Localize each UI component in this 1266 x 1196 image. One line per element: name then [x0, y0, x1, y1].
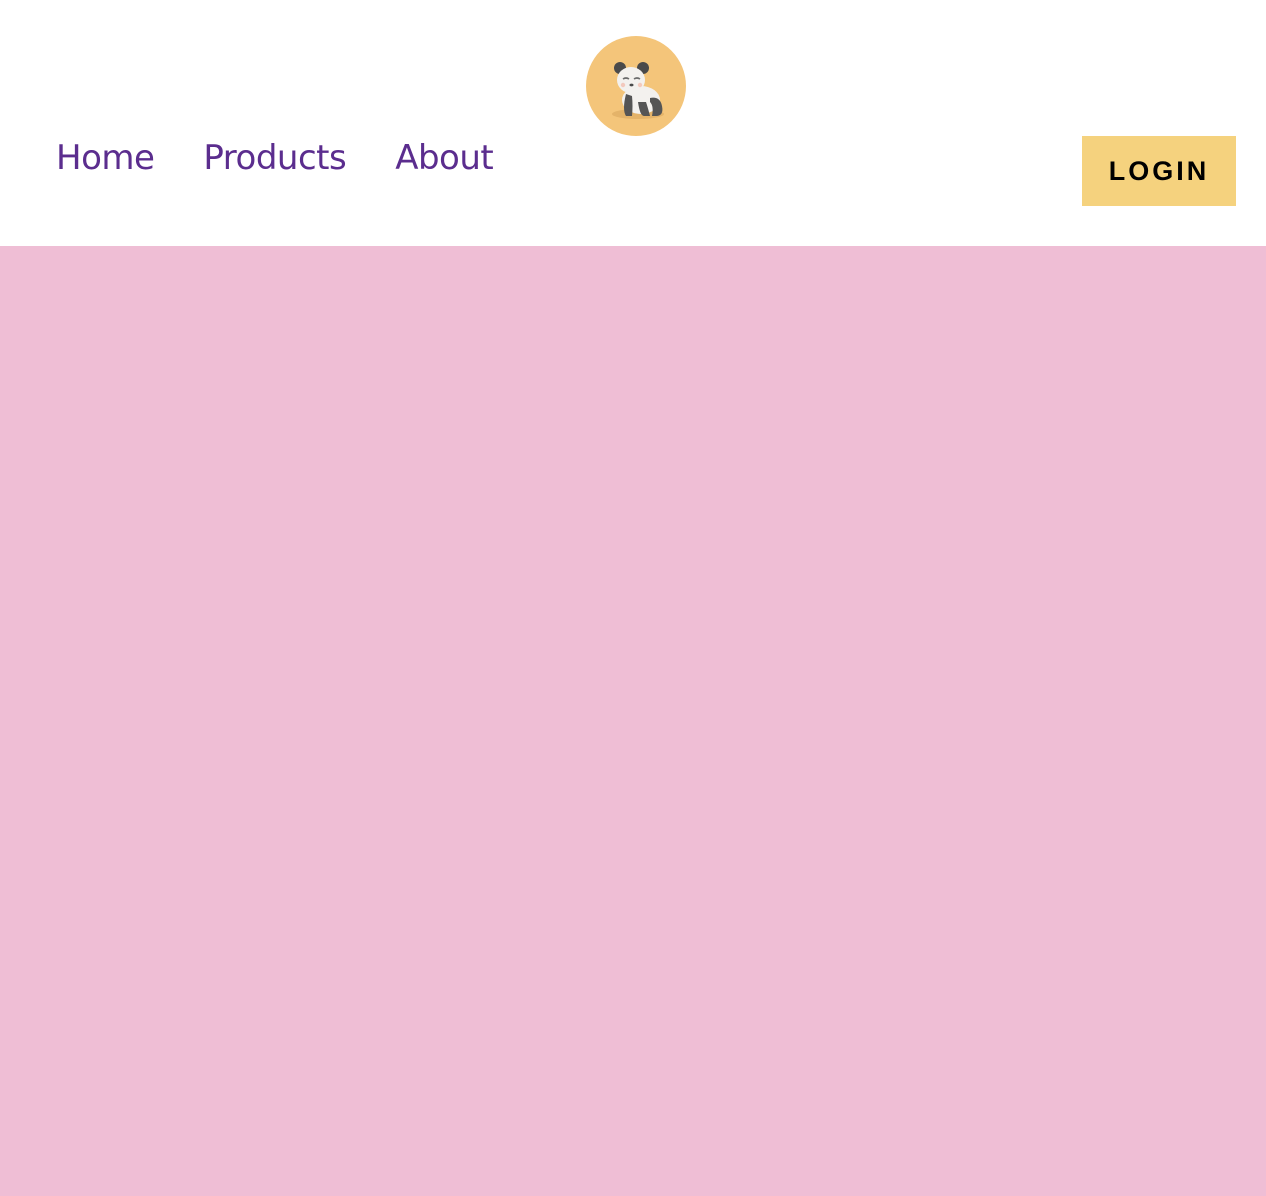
login-button[interactable]: LOGIN [1082, 136, 1236, 206]
site-header: Home Products About LOGIN [0, 0, 1266, 246]
nav-link-home[interactable]: Home [56, 136, 155, 180]
nav-link-products[interactable]: Products [203, 136, 346, 180]
hero-section [0, 246, 1266, 1196]
nav-link-about[interactable]: About [395, 136, 494, 180]
main-nav: Home Products About [56, 136, 542, 180]
panda-logo-icon[interactable] [586, 36, 686, 136]
